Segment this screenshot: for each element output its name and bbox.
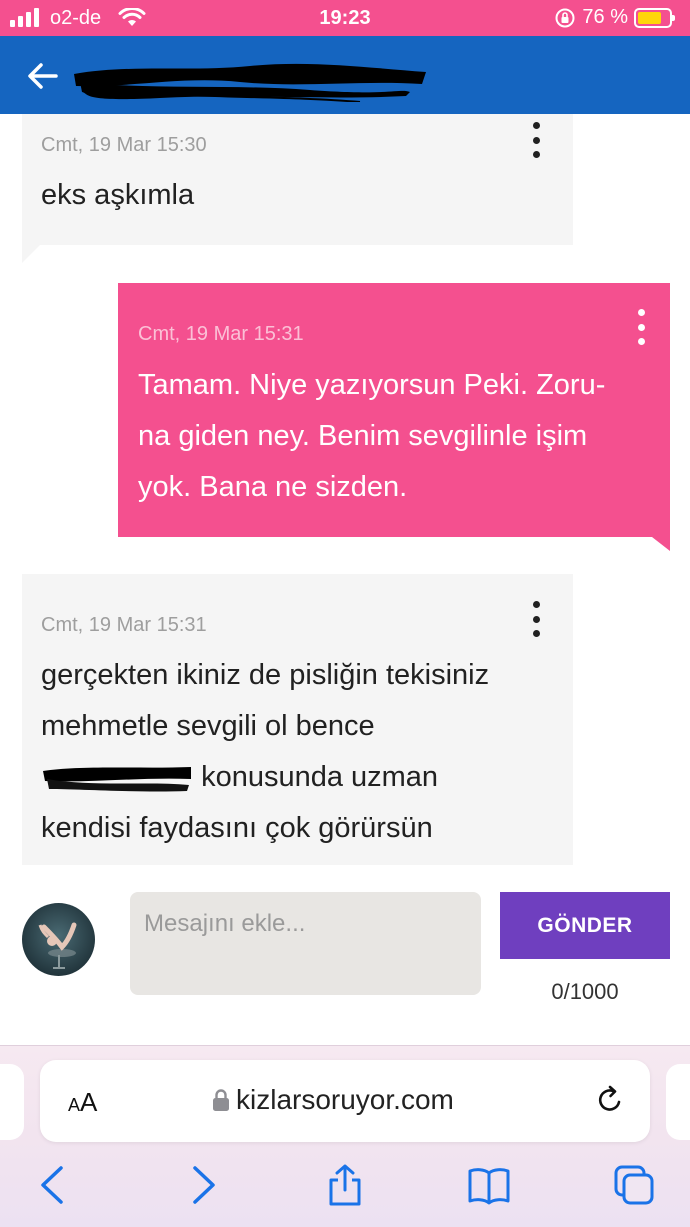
- bookmarks-icon[interactable]: [467, 1163, 511, 1207]
- message-line: Tamam. Niye yazıyorsun Peki. Zoru-: [138, 369, 606, 401]
- message-bubble-incoming: Cmt, 19 Mar 15:30 eks aşkımla: [22, 114, 573, 245]
- message-line: yok. Bana ne sizden.: [138, 471, 408, 503]
- next-tab-card[interactable]: [666, 1064, 690, 1140]
- more-options-icon[interactable]: [530, 122, 542, 158]
- message-text: gerçekten ikiniz de pisliğin tekisiniz m…: [41, 650, 489, 854]
- more-options-icon[interactable]: [530, 601, 542, 637]
- message-input[interactable]: [130, 892, 481, 995]
- lock-icon: [213, 1089, 229, 1111]
- character-counter: 0/1000: [551, 979, 619, 1004]
- bubble-tail: [22, 245, 40, 263]
- arrow-left-icon[interactable]: [22, 56, 62, 96]
- share-icon[interactable]: [323, 1163, 367, 1207]
- forward-icon[interactable]: [180, 1163, 224, 1207]
- message-line: mehmetle sevgili ol bence: [41, 710, 375, 742]
- previous-tab-card[interactable]: [0, 1064, 24, 1140]
- battery-percent: 76 %: [582, 6, 628, 28]
- message-line: konusunda uzman: [41, 752, 489, 803]
- message-text: Tamam. Niye yazıyorsun Peki. Zoru- na gi…: [138, 360, 605, 513]
- status-bar: o2-de 19:23 76 %: [0, 0, 690, 36]
- orientation-lock-icon: [555, 8, 575, 27]
- tabs-icon[interactable]: [612, 1163, 656, 1207]
- bubble-tail: [652, 537, 670, 551]
- text-size-small-a: A: [68, 1095, 81, 1115]
- more-options-icon[interactable]: [635, 309, 647, 345]
- message-bubble-incoming: Cmt, 19 Mar 15:31 gerçekten ikiniz de pi…: [22, 574, 573, 865]
- battery-level: [638, 11, 661, 24]
- message-line: kendisi faydasını çok görürsün: [41, 812, 433, 844]
- address-bar[interactable]: AA kizlarsoruyor.com: [40, 1060, 650, 1142]
- message-line: eks aşkımla: [41, 179, 195, 211]
- text-size-large-a: A: [80, 1087, 98, 1117]
- message-bubble-outgoing: Cmt, 19 Mar 15:31 Tamam. Niye yazıyorsun…: [118, 283, 670, 537]
- redacted-conversation-title: [74, 63, 426, 102]
- message-timestamp: Cmt, 19 Mar 15:31: [138, 323, 304, 345]
- url-text: kizlarsoruyor.com: [236, 1084, 454, 1115]
- message-timestamp: Cmt, 19 Mar 15:30: [41, 134, 207, 156]
- back-icon[interactable]: [32, 1163, 76, 1207]
- message-line-text: konusunda uzman: [201, 761, 439, 793]
- redacted-name: [43, 767, 191, 792]
- send-button[interactable]: GÖNDER: [500, 892, 670, 959]
- avatar[interactable]: [22, 903, 95, 976]
- message-timestamp: Cmt, 19 Mar 15:31: [41, 614, 207, 636]
- battery-icon: [634, 7, 675, 28]
- text-size-button[interactable]: AA: [68, 1087, 97, 1118]
- message-line: na giden ney. Benim sevgilinle işim: [138, 420, 588, 452]
- message-text: eks aşkımla: [41, 170, 194, 221]
- message-line: gerçekten ikiniz de pisliğin tekisiniz: [41, 659, 490, 691]
- reload-icon[interactable]: [594, 1084, 626, 1116]
